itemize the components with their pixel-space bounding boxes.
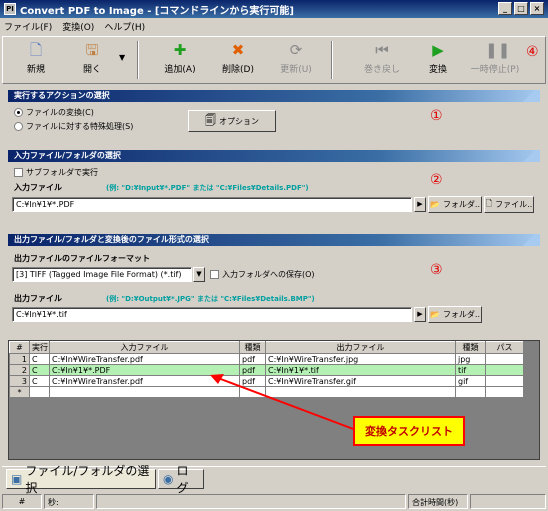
status-blank xyxy=(96,494,406,509)
status-hash: # xyxy=(2,494,42,509)
log-tab-icon: ◉ xyxy=(163,472,174,486)
tab-bar: ▣ ファイル/フォルダの選択 ◉ ログ xyxy=(2,464,546,495)
tab-log-label: ログ xyxy=(176,464,189,495)
file-tab-icon: ▣ xyxy=(11,472,23,486)
status-bar: # 秒: 合計時間(秒) xyxy=(0,493,548,511)
tab-file-folder[interactable]: ▣ ファイル/フォルダの選択 xyxy=(6,464,156,495)
task-list-callout: 変換タスクリスト xyxy=(353,416,465,446)
tab-log[interactable]: ◉ ログ xyxy=(158,464,204,495)
tab-file-folder-label: ファイル/フォルダの選択 xyxy=(25,464,150,495)
status-total: 合計時間(秒) xyxy=(408,494,468,509)
callout-arrow xyxy=(210,374,357,431)
status-step: 秒: xyxy=(44,494,94,509)
status-total-value xyxy=(470,494,546,509)
